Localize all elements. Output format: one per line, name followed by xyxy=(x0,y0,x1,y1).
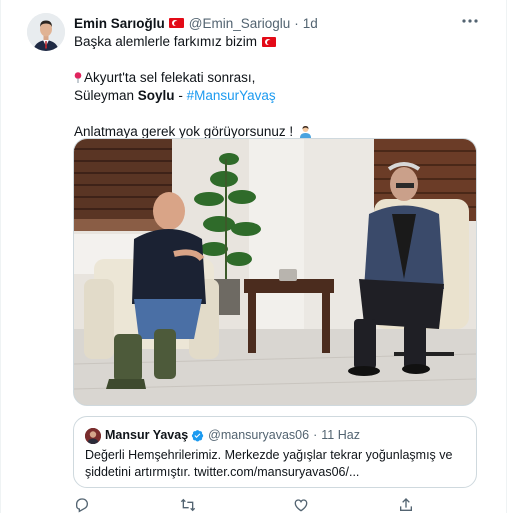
timeline-border-right xyxy=(506,0,507,513)
tweet-line-1: Başka alemlerle farkımız bizim xyxy=(74,33,494,51)
quoted-text-line-1: Değerli Hemşehrilerimiz. Merkezde yağışl… xyxy=(85,448,453,462)
tweet-header: Emin Sarıoğlu @Emin_Sarioglu · 1d xyxy=(74,14,318,32)
separator-dot: · xyxy=(294,15,299,31)
quoted-text-line-2: şiddetini artırmıştır. twitter.com/mansu… xyxy=(85,465,360,479)
quoted-tweet-timestamp[interactable]: 11 Haz xyxy=(321,428,360,442)
quoted-tweet-text: Değerli Hemşehrilerimiz. Merkezde yağışl… xyxy=(85,447,470,481)
tweet-photo[interactable] xyxy=(73,138,477,406)
quoted-author-avatar[interactable] xyxy=(85,428,101,444)
verified-badge-icon xyxy=(191,429,204,442)
reply-button[interactable] xyxy=(74,497,90,513)
separator-dot: · xyxy=(313,428,318,442)
retweet-button[interactable] xyxy=(180,497,196,513)
share-icon xyxy=(400,498,412,511)
turkey-flag-icon xyxy=(262,37,277,47)
location-pin-icon xyxy=(74,70,82,83)
author-avatar[interactable] xyxy=(27,13,65,51)
like-icon xyxy=(294,499,308,512)
highlighted-text: Soylu xyxy=(137,88,175,103)
timeline-border-left xyxy=(0,0,1,513)
tweet-text-line-4: Anlatmaya gerek yok görüyorsunuz ! xyxy=(74,124,294,139)
tweet-timestamp[interactable]: 1d xyxy=(303,16,318,31)
tweet-line-3: Süleyman Soylu - #MansurYavaş xyxy=(74,87,494,105)
tweet-text-line-2: Akyurt'ta sel felekati sonrası, xyxy=(84,70,256,85)
reply-icon xyxy=(76,498,89,513)
tweet-action-bar xyxy=(74,497,414,513)
text-fragment: Süleyman xyxy=(74,88,138,103)
turkey-flag-icon xyxy=(168,18,184,28)
author-handle[interactable]: @Emin_Sarioglu xyxy=(189,16,291,31)
quoted-author-handle[interactable]: @mansuryavas06 xyxy=(208,428,309,442)
retweet-icon xyxy=(180,498,196,512)
tweet-text-line-1: Başka alemlerle farkımız bizim xyxy=(74,34,258,49)
tweet-text: Başka alemlerle farkımız bizim Akyurt'ta… xyxy=(74,33,494,141)
tweet-line-2: Akyurt'ta sel felekati sonrası, xyxy=(74,69,494,87)
like-button[interactable] xyxy=(293,497,309,513)
person-shrugging-icon xyxy=(299,125,312,138)
share-button[interactable] xyxy=(398,497,414,513)
quoted-author-name[interactable]: Mansur Yavaş xyxy=(105,428,188,442)
text-fragment: - xyxy=(174,88,187,103)
quoted-tweet-header: Mansur Yavaş @mansuryavas06 · 11 Haz xyxy=(105,428,360,442)
author-name[interactable]: Emin Sarıoğlu xyxy=(74,16,165,31)
more-dots-icon xyxy=(462,19,478,23)
hashtag-link[interactable]: #MansurYavaş xyxy=(187,88,276,103)
more-options-button[interactable] xyxy=(458,12,482,30)
quoted-tweet-card[interactable]: Mansur Yavaş @mansuryavas06 · 11 Haz Değ… xyxy=(73,416,477,488)
